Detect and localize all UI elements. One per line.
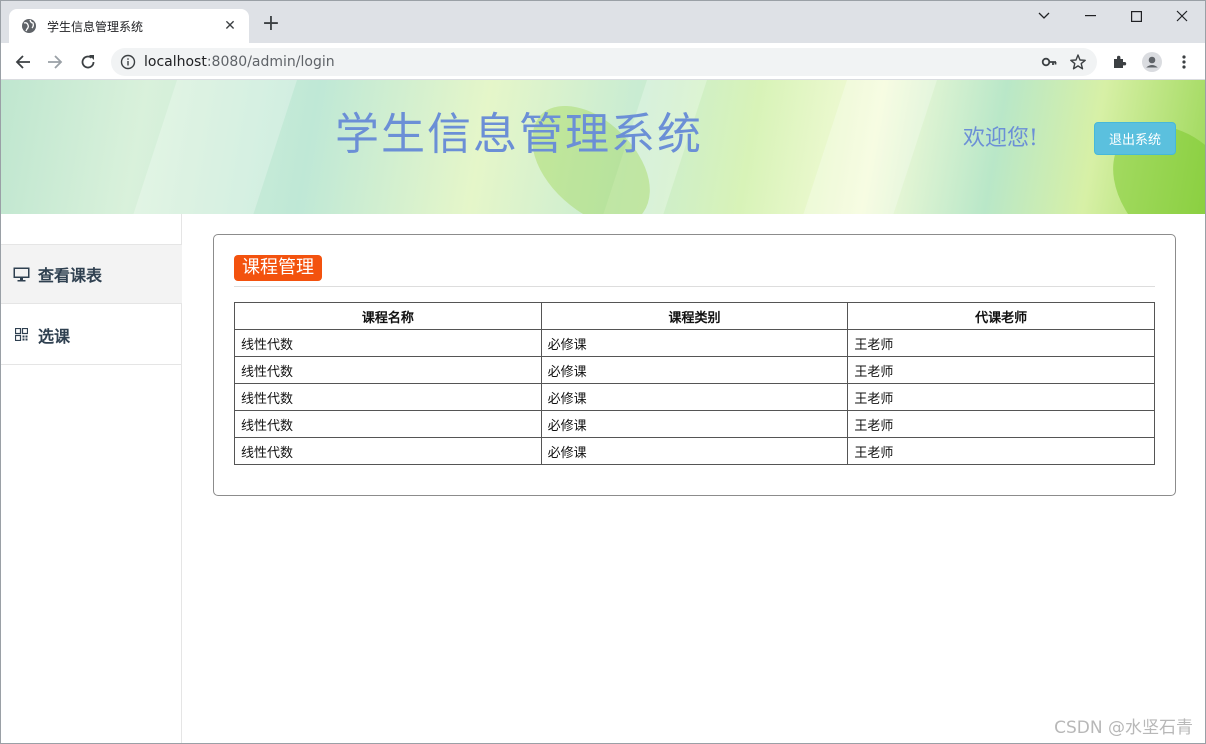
column-header: 课程名称 [234, 302, 542, 330]
column-header: 代课老师 [847, 302, 1155, 330]
maximize-icon [1130, 10, 1142, 22]
table-row: 线性代数 必修课 王老师 [234, 356, 1155, 384]
puzzle-icon [1114, 55, 1127, 68]
tab-title: 学生信息管理系统 [47, 19, 144, 34]
table-row: 线性代数 必修课 王老师 [234, 437, 1155, 465]
panel-title: 课程管理 [234, 255, 322, 281]
sidebar: 查看课表 选课 [1, 214, 182, 743]
avatar-icon [1142, 52, 1162, 72]
minimize-button[interactable] [1067, 1, 1113, 31]
logout-button[interactable]: 退出系统 [1094, 122, 1176, 155]
teacher-cell: 王老师 [847, 356, 1155, 384]
close-window-button[interactable] [1159, 1, 1205, 31]
teacher-cell: 王老师 [847, 383, 1155, 411]
header-banner: 学生信息管理系统 欢迎您! 退出系统 [1, 80, 1205, 214]
course-name-cell: 线性代数 [234, 410, 542, 438]
course-name-cell: 线性代数 [234, 383, 542, 411]
close-icon [1176, 10, 1188, 22]
back-button[interactable] [10, 49, 36, 75]
profile-button[interactable] [1139, 49, 1165, 75]
column-header: 课程类别 [540, 302, 849, 330]
minimize-icon [1084, 15, 1096, 17]
banner-decoration [782, 80, 950, 214]
course-table: 课程名称 课程类别 代课老师 线性代数 必修课 王老师 线性代数 必修课 王老师 [234, 302, 1155, 465]
course-type-cell: 必修课 [540, 383, 849, 411]
close-tab-icon[interactable]: ✕ [221, 18, 239, 34]
monitor-icon [12, 265, 30, 283]
new-tab-button[interactable]: + [259, 13, 283, 37]
tab-search-button[interactable] [1021, 1, 1067, 31]
more-vert-icon [1182, 55, 1186, 69]
page-content: 学生信息管理系统 欢迎您! 退出系统 查看课表 选课 课程管理 课程名称 课程类… [1, 80, 1205, 743]
browser-toolbar: localhost:8080/admin/login [1, 43, 1205, 80]
sidebar-item-select-course[interactable]: 选课 [1, 305, 182, 365]
sidebar-item-label: 选课 [38, 326, 71, 346]
globe-icon [22, 19, 36, 33]
url-path: :8080/admin/login [206, 54, 335, 70]
grid-icon [12, 326, 30, 344]
chevron-down-icon [1038, 12, 1050, 19]
course-name-cell: 线性代数 [234, 356, 542, 384]
arrow-right-icon [48, 55, 63, 69]
welcome-text: 欢迎您! [963, 126, 1038, 151]
reload-icon [81, 55, 95, 69]
url-host: localhost [144, 54, 207, 70]
reload-button[interactable] [75, 49, 101, 75]
course-type-cell: 必修课 [540, 437, 849, 465]
tab-strip: 学生信息管理系统 ✕ + [1, 1, 1205, 43]
extensions-button[interactable] [1107, 49, 1133, 75]
url-text: localhost:8080/admin/login [144, 54, 335, 70]
watermark: CSDN @水坚石青 [1054, 718, 1193, 738]
maximize-button[interactable] [1113, 1, 1159, 31]
star-icon[interactable] [1069, 53, 1087, 71]
key-icon[interactable] [1041, 54, 1057, 70]
page-title: 学生信息管理系统 [335, 109, 703, 160]
table-row: 线性代数 必修课 王老师 [234, 410, 1155, 438]
menu-button[interactable] [1171, 49, 1197, 75]
teacher-cell: 王老师 [847, 410, 1155, 438]
arrow-left-icon [15, 55, 30, 69]
address-bar[interactable]: localhost:8080/admin/login [111, 48, 1097, 76]
table-row: 线性代数 必修课 王老师 [234, 329, 1155, 357]
banner-decoration [1083, 104, 1205, 214]
teacher-cell: 王老师 [847, 437, 1155, 465]
sidebar-item-label: 查看课表 [38, 266, 103, 285]
sidebar-item-schedule[interactable]: 查看课表 [1, 244, 182, 304]
table-row: 线性代数 必修课 王老师 [234, 383, 1155, 411]
panel-header: 课程管理 [234, 255, 1155, 287]
course-name-cell: 线性代数 [234, 437, 542, 465]
banner-decoration [112, 80, 310, 214]
browser-tab[interactable]: 学生信息管理系统 ✕ [9, 9, 249, 43]
course-panel: 课程管理 课程名称 课程类别 代课老师 线性代数 必修课 王老师 线性代数 必修… [213, 234, 1176, 496]
course-name-cell: 线性代数 [234, 329, 542, 357]
teacher-cell: 王老师 [847, 329, 1155, 357]
info-icon[interactable] [120, 54, 136, 70]
course-type-cell: 必修课 [540, 410, 849, 438]
course-type-cell: 必修课 [540, 356, 849, 384]
forward-button[interactable] [42, 49, 68, 75]
course-type-cell: 必修课 [540, 329, 849, 357]
browser-window: 学生信息管理系统 ✕ + localhost:8080/admin/login … [0, 0, 1206, 744]
table-header-row: 课程名称 课程类别 代课老师 [234, 302, 1155, 330]
